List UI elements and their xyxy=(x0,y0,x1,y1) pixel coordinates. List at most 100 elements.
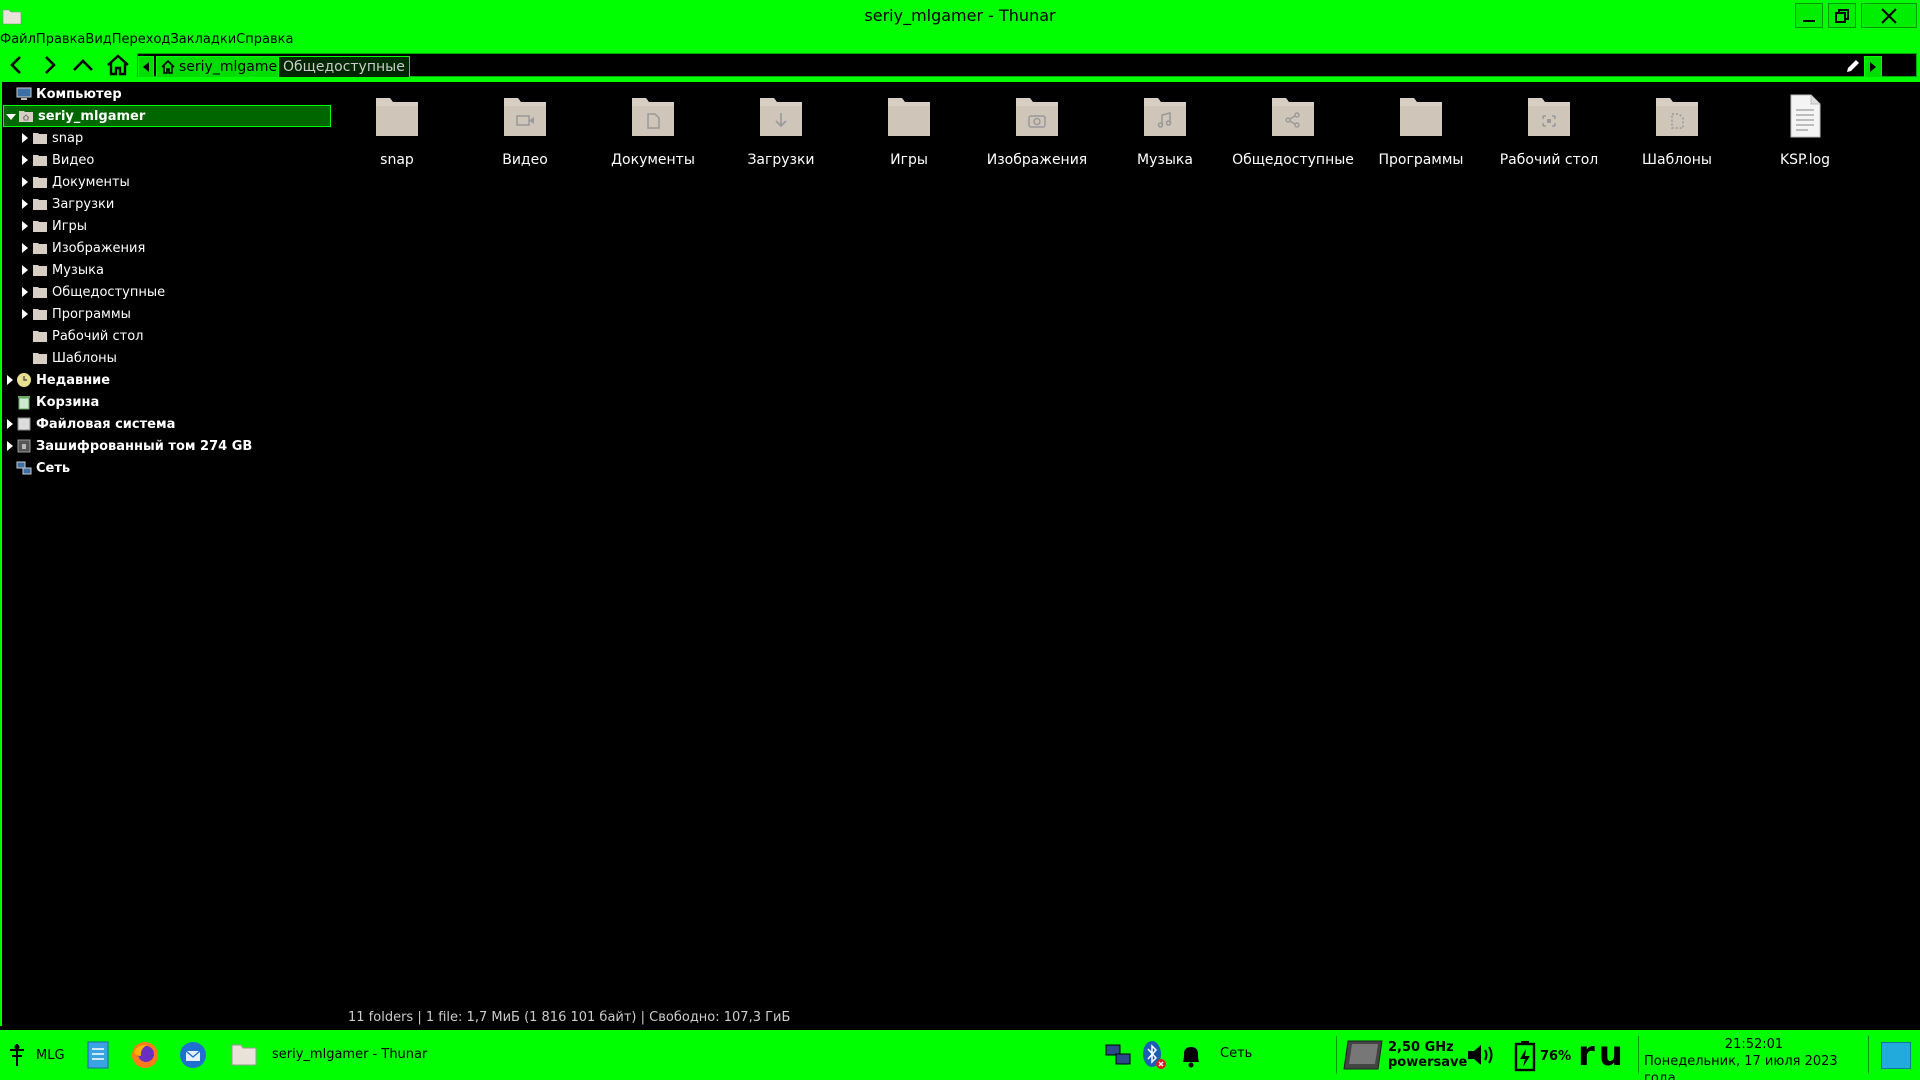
menu-file[interactable]: Файл xyxy=(0,32,36,48)
file-icon-view[interactable]: snap Видео Документы Загрузки Игры Изобр… xyxy=(333,82,1918,1012)
folder-music-icon xyxy=(33,265,47,276)
file-item-public[interactable]: Общедоступные xyxy=(1229,92,1357,172)
sidebar-item-public[interactable]: Общедоступные xyxy=(2,281,331,303)
file-item-pictures[interactable]: Изображения xyxy=(973,92,1101,172)
notifications-tray[interactable] xyxy=(1178,1042,1204,1070)
sidebar-item-games[interactable]: Игры xyxy=(2,215,331,237)
file-item-downloads[interactable]: Загрузки xyxy=(717,92,845,172)
sidebar-item-documents[interactable]: Документы xyxy=(2,171,331,193)
expander-collapsed-icon[interactable] xyxy=(5,375,15,385)
launcher-text-editor[interactable] xyxy=(86,1040,110,1070)
expander-collapsed-icon[interactable] xyxy=(20,199,30,209)
folder-icon xyxy=(1400,98,1442,136)
expander-collapsed-icon[interactable] xyxy=(20,309,30,319)
sidebar-item-network[interactable]: Сеть xyxy=(2,457,331,479)
sidebar-item-label: Общедоступные xyxy=(52,284,166,300)
show-desktop-button[interactable] xyxy=(1881,1042,1911,1069)
restore-icon xyxy=(1835,8,1849,23)
sidebar-item-desktop[interactable]: Рабочий стол xyxy=(2,325,331,347)
file-item-programs[interactable]: Программы xyxy=(1357,92,1485,172)
maximize-button[interactable] xyxy=(1828,3,1856,28)
search-button[interactable] xyxy=(1890,53,1916,79)
crumb-home-label: seriy_mlgamer xyxy=(179,59,283,75)
sidebar-item-label: Файловая система xyxy=(36,416,176,432)
expander-collapsed-icon[interactable] xyxy=(5,419,15,429)
file-item-label: Музыка xyxy=(1137,152,1193,168)
back-button[interactable] xyxy=(4,52,30,78)
folder-pictures-icon xyxy=(1016,98,1058,136)
sidebar-item-snap[interactable]: snap xyxy=(2,127,331,149)
menu-view[interactable]: Вид xyxy=(85,32,111,48)
file-item-video[interactable]: Видео xyxy=(461,92,589,172)
home-button[interactable] xyxy=(105,52,131,78)
close-button[interactable] xyxy=(1861,3,1917,28)
clock-plugin[interactable]: 21:52:01 Понедельник, 17 июля 2023 года xyxy=(1644,1036,1864,1080)
expander-collapsed-icon[interactable] xyxy=(20,287,30,297)
keyboard-layout-indicator[interactable]: ru xyxy=(1578,1034,1627,1074)
expander-collapsed-icon[interactable] xyxy=(20,243,30,253)
folder-music-icon xyxy=(1144,98,1186,136)
launcher-thunderbird[interactable] xyxy=(178,1040,208,1070)
sidebar-item-recent[interactable]: Недавние xyxy=(2,369,331,391)
sidebar-item-home[interactable]: seriy_mlgamer xyxy=(3,105,331,127)
forward-button[interactable] xyxy=(36,52,62,78)
file-item-label: Шаблоны xyxy=(1642,152,1712,168)
menu-bookmarks[interactable]: Закладки xyxy=(170,32,236,48)
menu-edit[interactable]: Правка xyxy=(36,32,85,48)
sidebar-item-pictures[interactable]: Изображения xyxy=(2,237,331,259)
launcher-firefox[interactable] xyxy=(130,1040,160,1070)
expander-collapsed-icon[interactable] xyxy=(5,441,15,451)
sidebar-item-encrypted-volume[interactable]: Зашифрованный том 274 GB xyxy=(2,435,331,457)
sidebar-item-label: Загрузки xyxy=(52,196,115,212)
tray-separator xyxy=(1336,1036,1337,1074)
file-item-games[interactable]: Игры xyxy=(845,92,973,172)
network-manager-tray[interactable] xyxy=(1104,1042,1134,1068)
sidebar-item-label: Сеть xyxy=(36,460,71,476)
menu-go[interactable]: Переход xyxy=(112,32,171,48)
triangle-left-icon xyxy=(143,62,149,72)
expander-collapsed-icon[interactable] xyxy=(20,265,30,275)
text-file-icon xyxy=(1790,94,1821,138)
sidebar-item-trash[interactable]: Корзина xyxy=(2,391,331,413)
sidebar-item-computer[interactable]: Компьютер xyxy=(2,83,331,105)
volume-tray[interactable] xyxy=(1466,1042,1496,1068)
edit-location-button[interactable] xyxy=(1842,56,1864,76)
expander-collapsed-icon[interactable] xyxy=(20,133,30,143)
expander-collapsed-icon[interactable] xyxy=(20,221,30,231)
bluetooth-tray[interactable] xyxy=(1141,1040,1167,1070)
network-tray-label[interactable]: Сеть xyxy=(1220,1046,1252,1061)
sidebar-item-label: Зашифрованный том 274 GB xyxy=(36,438,253,454)
home-icon xyxy=(161,60,175,74)
sidebar-item-video[interactable]: Видео xyxy=(2,149,331,171)
file-item-documents[interactable]: Документы xyxy=(589,92,717,172)
expander-collapsed-icon[interactable] xyxy=(20,155,30,165)
file-item-ksp-log[interactable]: KSP.log xyxy=(1741,92,1869,172)
menu-help[interactable]: Справка xyxy=(236,32,293,48)
start-menu-button[interactable]: MLG xyxy=(6,1042,65,1068)
folder-pictures-icon xyxy=(33,243,47,254)
file-item-snap[interactable]: snap xyxy=(333,92,461,172)
expander-collapsed-icon[interactable] xyxy=(20,177,30,187)
crumb-home[interactable]: seriy_mlgamer xyxy=(156,56,288,78)
sidebar-item-label: Корзина xyxy=(36,394,100,410)
file-item-templates[interactable]: Шаблоны xyxy=(1613,92,1741,172)
file-item-music[interactable]: Музыка xyxy=(1101,92,1229,172)
sidebar-item-downloads[interactable]: Загрузки xyxy=(2,193,331,215)
minimize-button[interactable] xyxy=(1795,3,1823,28)
crumb-scroll-right-button[interactable] xyxy=(1864,56,1882,78)
battery-tray[interactable]: 76% xyxy=(1512,1040,1571,1072)
taskbar-window-thunar[interactable]: seriy_mlgamer - Thunar xyxy=(230,1040,427,1068)
sidebar-item-filesystem[interactable]: Файловая система xyxy=(2,413,331,435)
expander-expanded-icon[interactable] xyxy=(6,112,16,122)
parent-folder-button[interactable] xyxy=(70,52,96,78)
sidebar-item-templates[interactable]: Шаблоны xyxy=(2,347,331,369)
network-wired-icon xyxy=(1105,1044,1131,1065)
crumb-public[interactable]: Общедоступные xyxy=(278,56,410,78)
sidebar-item-programs[interactable]: Программы xyxy=(2,303,331,325)
file-item-desktop[interactable]: Рабочий стол xyxy=(1485,92,1613,172)
location-bar[interactable]: seriy_mlgamer Общедоступные xyxy=(137,53,1917,78)
title-bar[interactable]: seriy_mlgamer - Thunar xyxy=(0,0,1920,32)
cpu-frequency-plugin[interactable]: 2,50 GHz powersave xyxy=(1342,1038,1467,1072)
crumb-scroll-left-button[interactable] xyxy=(138,56,154,78)
sidebar-item-music[interactable]: Музыка xyxy=(2,259,331,281)
